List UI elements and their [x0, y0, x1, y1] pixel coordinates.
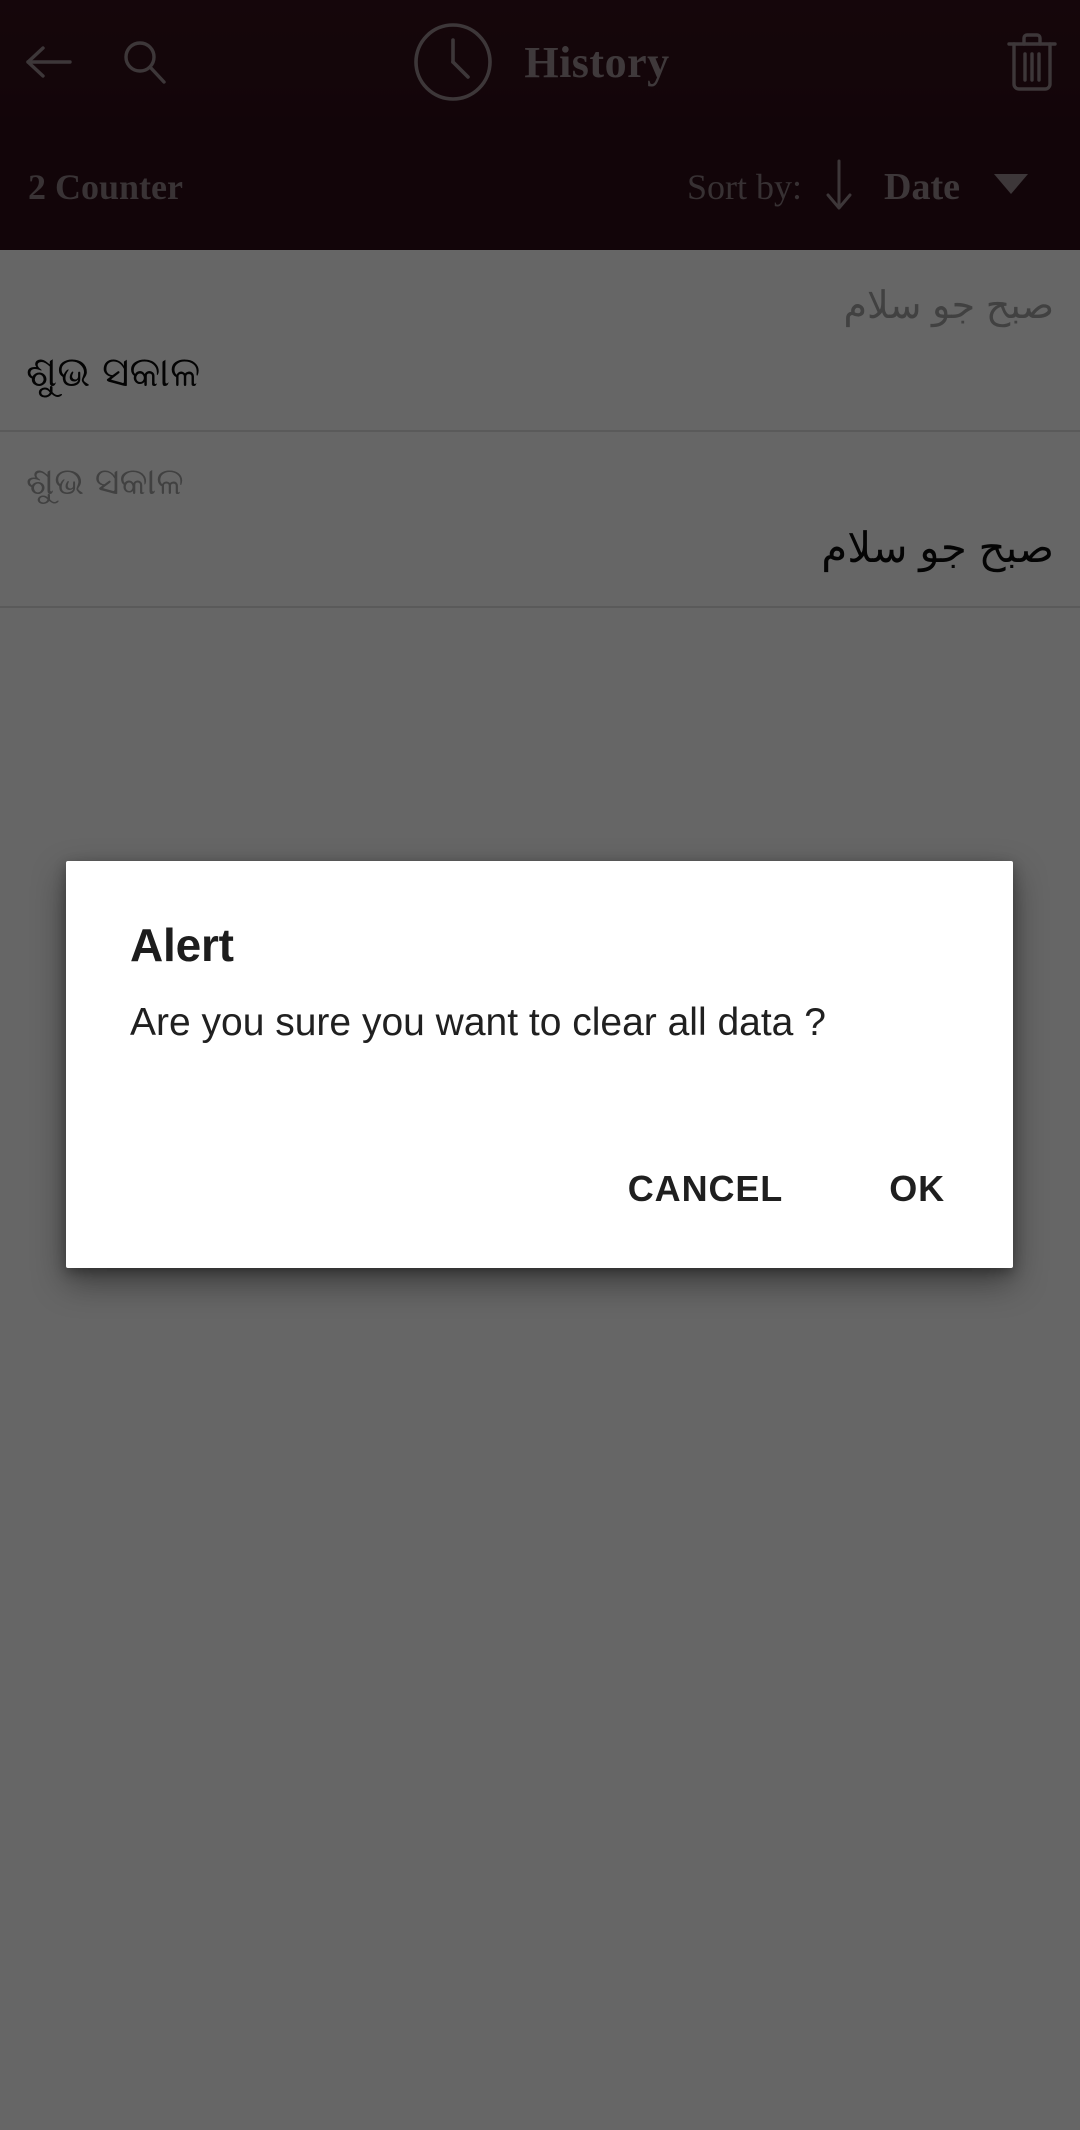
cancel-button[interactable]: CANCEL: [600, 1150, 811, 1228]
ok-button[interactable]: OK: [861, 1150, 969, 1228]
dialog-actions: CANCEL OK: [66, 1150, 1013, 1268]
dialog-title: Alert: [130, 919, 234, 971]
alert-dialog: Alert Are you sure you want to clear all…: [66, 861, 1013, 1268]
dialog-message: Are you sure you want to clear all data …: [130, 1001, 826, 1044]
screen-root: History 2 Counter: [0, 0, 1080, 2130]
